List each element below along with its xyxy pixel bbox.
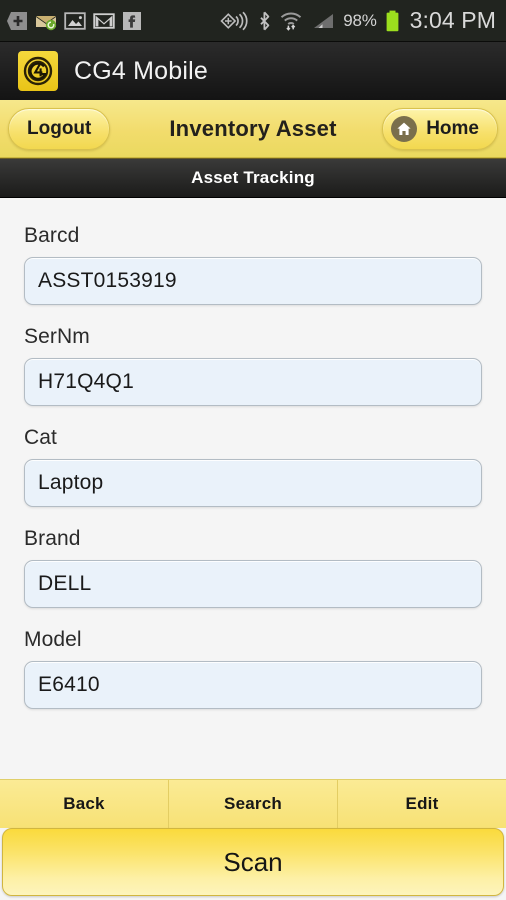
cg4-logo-icon bbox=[18, 51, 58, 91]
back-button[interactable]: Back bbox=[0, 780, 169, 828]
status-bar-clock: 3:04 PM bbox=[409, 7, 496, 33]
facebook-icon bbox=[122, 11, 142, 31]
wifi-signal-icon bbox=[279, 11, 303, 31]
barcode-input[interactable]: ASST0153919 bbox=[24, 257, 482, 305]
home-button-label: Home bbox=[426, 117, 479, 139]
search-button-label: Search bbox=[224, 794, 282, 813]
asset-form: Barcd ASST0153919 SerNm H71Q4Q1 Cat Lapt… bbox=[0, 198, 506, 779]
logout-button-label: Logout bbox=[27, 117, 92, 139]
cellular-signal-icon bbox=[311, 11, 335, 31]
scan-button[interactable]: Scan bbox=[2, 828, 504, 896]
section-subheader: Asset Tracking bbox=[0, 158, 506, 198]
navigation-bar: Logout Inventory Asset Home bbox=[0, 100, 506, 158]
search-button[interactable]: Search bbox=[169, 780, 338, 828]
nfc-beam-icon bbox=[220, 11, 250, 31]
home-button[interactable]: Home bbox=[382, 107, 498, 150]
barcode-label: Barcd bbox=[24, 224, 80, 247]
brand-label: Brand bbox=[24, 527, 81, 550]
scan-button-label: Scan bbox=[223, 846, 283, 877]
add-widget-icon bbox=[6, 11, 28, 31]
battery-full-icon bbox=[385, 10, 400, 32]
app-title-bar: CG4 Mobile bbox=[0, 42, 506, 100]
edit-button[interactable]: Edit bbox=[338, 780, 506, 828]
gmail-icon bbox=[93, 11, 115, 31]
serial-number-input[interactable]: H71Q4Q1 bbox=[24, 358, 482, 406]
field-category: Cat Laptop bbox=[24, 426, 482, 507]
app-title: CG4 Mobile bbox=[74, 56, 208, 85]
edit-button-label: Edit bbox=[405, 794, 439, 813]
logout-button[interactable]: Logout bbox=[8, 107, 111, 150]
gallery-image-icon bbox=[64, 11, 86, 31]
model-label: Model bbox=[24, 628, 82, 651]
status-bar-system-icons: 98% 3:04 PM bbox=[220, 7, 496, 34]
model-input[interactable]: E6410 bbox=[24, 661, 482, 709]
bluetooth-icon bbox=[258, 11, 271, 31]
section-subheader-label: Asset Tracking bbox=[191, 168, 315, 187]
serial-number-label: SerNm bbox=[24, 325, 90, 348]
field-barcode: Barcd ASST0153919 bbox=[24, 224, 482, 305]
back-button-label: Back bbox=[63, 794, 105, 813]
home-icon bbox=[391, 115, 418, 142]
category-input[interactable]: Laptop bbox=[24, 459, 482, 507]
phone-screen: 98% 3:04 PM CG4 Mobile Logout Inventory … bbox=[0, 0, 506, 900]
battery-percent-label: 98% bbox=[343, 10, 377, 30]
status-bar-notification-icons bbox=[6, 11, 142, 31]
email-envelope-icon bbox=[35, 11, 57, 31]
scan-button-container: Scan bbox=[0, 828, 506, 900]
android-status-bar: 98% 3:04 PM bbox=[0, 0, 506, 42]
category-label: Cat bbox=[24, 426, 57, 449]
field-serial-number: SerNm H71Q4Q1 bbox=[24, 325, 482, 406]
field-brand: Brand DELL bbox=[24, 527, 482, 608]
field-model: Model E6410 bbox=[24, 628, 482, 709]
action-button-bar: Back Search Edit bbox=[0, 779, 506, 828]
brand-input[interactable]: DELL bbox=[24, 560, 482, 608]
